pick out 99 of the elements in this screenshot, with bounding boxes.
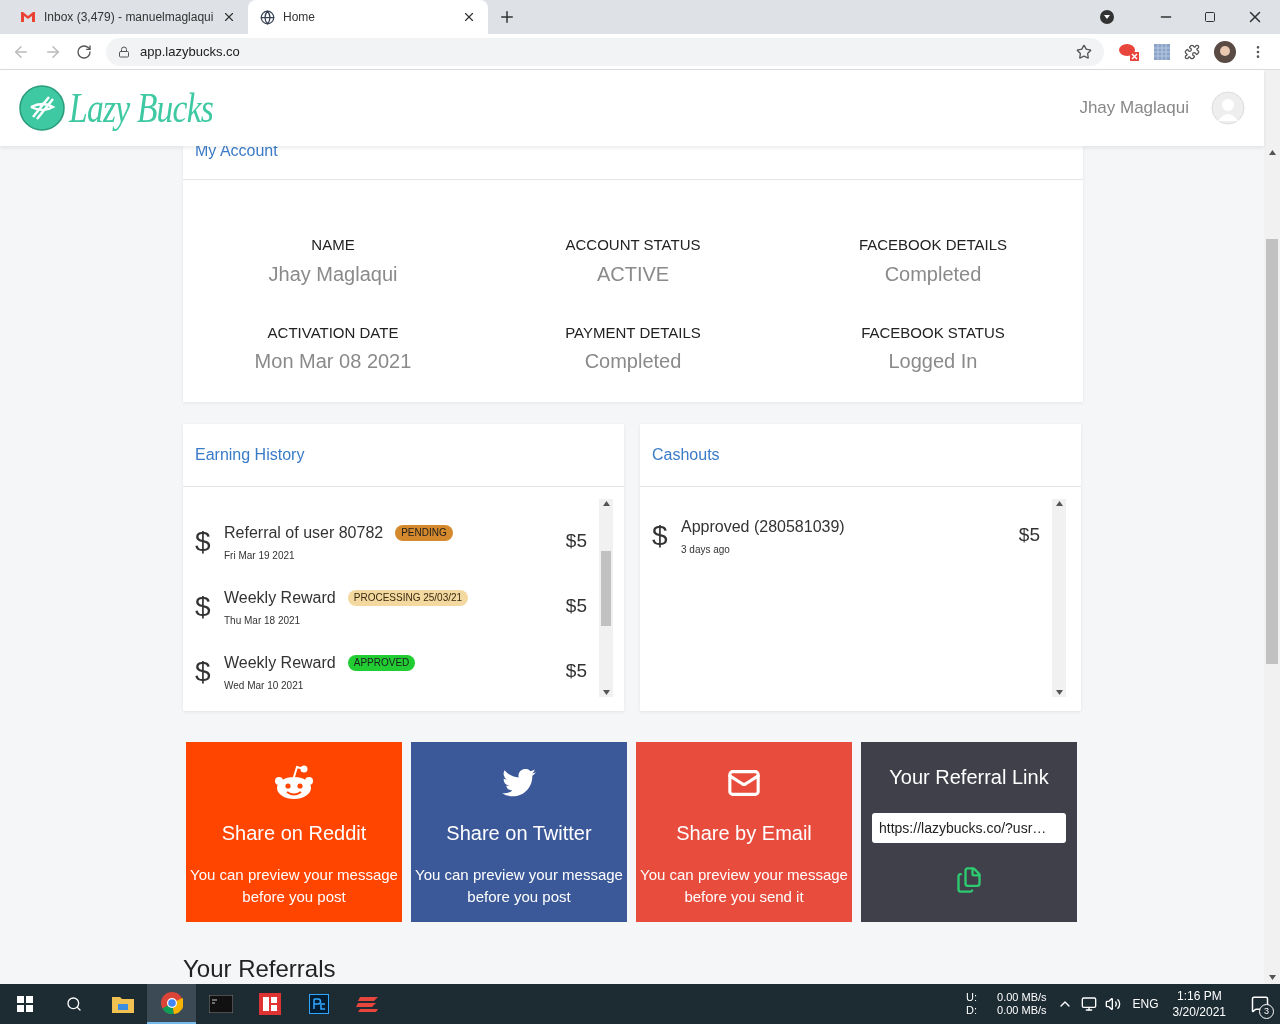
card-title: Cashouts xyxy=(652,445,720,465)
scrollbar-thumb[interactable] xyxy=(1266,239,1278,664)
network-speed: 0.00 MB/s xyxy=(997,991,1047,1004)
notification-icon xyxy=(1251,995,1269,1013)
url-text: app.lazybucks.co xyxy=(140,42,241,61)
tile-description: You can preview your message before you send it xyxy=(639,865,849,907)
network-speed: 0.00 MB/s xyxy=(997,1004,1047,1017)
tile-title: Share on Reddit xyxy=(221,821,367,846)
tile-title: Your Referral Link xyxy=(889,765,1049,790)
language-indicator[interactable]: ENG xyxy=(1132,995,1159,1013)
scroll-up-icon[interactable] xyxy=(602,501,610,506)
network-icon[interactable] xyxy=(1080,996,1097,1012)
address-field[interactable]: app.lazybucks.co xyxy=(106,37,1104,66)
cashout-date: 3 days ago xyxy=(681,542,731,557)
earning-title: Referral of user 80782 xyxy=(224,522,384,543)
field-label: ACTIVATION DATE xyxy=(267,322,399,343)
bird-icon xyxy=(502,769,536,797)
tab-title: Home xyxy=(283,9,316,26)
earning-title: Weekly Reward xyxy=(224,652,336,673)
tile-description: You can preview your message before you post xyxy=(414,865,624,907)
mail-icon xyxy=(20,11,36,23)
field-value: ACTIVE xyxy=(596,261,670,287)
dollar-symbol: $ xyxy=(195,589,212,624)
status-badge: APPROVED xyxy=(347,654,416,671)
clock[interactable]: 1:16 PM 3/20/2021 xyxy=(1172,988,1226,1020)
tile-description: You can preview your message before you post xyxy=(189,865,399,907)
globe-icon xyxy=(260,9,275,25)
status-badge: PENDING xyxy=(395,524,453,541)
logo-icon[interactable] xyxy=(19,85,65,131)
field-label: ACCOUNT STATUS xyxy=(565,235,701,255)
folder-icon xyxy=(111,995,134,1013)
app-icon xyxy=(355,995,380,1013)
tile-title: Share on Twitter xyxy=(446,821,592,846)
field-label: NAME xyxy=(311,235,355,255)
earning-date: Thu Mar 18 2021 xyxy=(224,613,302,628)
windows-icon xyxy=(16,996,33,1012)
field-value: Logged In xyxy=(888,349,978,374)
field-label: FACEBOOK DETAILS xyxy=(858,235,1008,255)
scroll-down-icon[interactable] xyxy=(1268,975,1276,980)
puzzle-icon[interactable] xyxy=(1184,43,1200,60)
earning-amount: $5 xyxy=(565,594,587,619)
network-label: U: xyxy=(966,991,978,1004)
notification-button[interactable]: 3 xyxy=(1240,984,1280,1024)
copy-icon[interactable] xyxy=(955,866,983,894)
scrollbar[interactable] xyxy=(1052,499,1066,697)
field-value: Completed xyxy=(584,349,682,374)
speaker-icon[interactable] xyxy=(1104,996,1121,1012)
field-label: FACEBOOK STATUS xyxy=(861,322,1005,343)
status-badge: PROCESSING 25/03/21 xyxy=(347,589,469,606)
scroll-up-icon[interactable] xyxy=(1268,150,1276,155)
app-icon xyxy=(258,993,281,1015)
cashout-title: Approved (280581039) xyxy=(681,516,846,537)
image-editor-icon xyxy=(308,994,329,1014)
scroll-down-icon[interactable] xyxy=(1055,690,1063,695)
avatar-icon[interactable] xyxy=(1214,40,1236,63)
earning-date: Fri Mar 19 2021 xyxy=(224,548,296,563)
close-icon[interactable] xyxy=(222,10,236,24)
dollar-symbol: $ xyxy=(195,524,212,559)
new-tab-icon[interactable] xyxy=(498,8,516,26)
earning-amount: $5 xyxy=(565,529,587,554)
dropdown-icon[interactable] xyxy=(1100,10,1114,24)
alien-icon xyxy=(273,765,315,801)
maximize-icon[interactable] xyxy=(1204,11,1216,23)
lock-icon xyxy=(118,45,130,58)
star-icon[interactable] xyxy=(1076,43,1092,60)
share-tile[interactable]: Share on Twitter You can preview your message before you post xyxy=(411,742,627,922)
notification-count: 3 xyxy=(1259,1004,1274,1019)
share-tile[interactable]: Share by Email You can preview your message before you send it xyxy=(636,742,852,922)
scrollbar-thumb[interactable] xyxy=(601,550,611,626)
card-title: Earning History xyxy=(195,445,305,465)
cashout-amount: $5 xyxy=(1018,523,1040,548)
field-label: PAYMENT DETAILS xyxy=(565,322,701,343)
search-icon xyxy=(65,996,82,1012)
page-scrollbar[interactable] xyxy=(1264,70,1280,984)
terminal-icon xyxy=(208,995,233,1013)
close-icon[interactable] xyxy=(462,10,476,24)
extension-icon[interactable] xyxy=(1154,43,1170,60)
scrollbar[interactable] xyxy=(599,499,613,697)
dollar-symbol: $ xyxy=(195,654,212,689)
scroll-down-icon[interactable] xyxy=(602,690,610,695)
browser-icon xyxy=(160,992,183,1014)
browser-tab[interactable]: Inbox (3,479) - manuelmaglaqui xyxy=(8,0,248,34)
extension-icon[interactable] xyxy=(1118,41,1140,62)
browser-tab[interactable]: Home xyxy=(248,0,488,34)
field-value: Jhay Maglaqui xyxy=(268,261,398,287)
earning-date: Wed Mar 10 2021 xyxy=(224,678,305,693)
section-heading: Your Referrals xyxy=(183,954,337,984)
field-value: Mon Mar 08 2021 xyxy=(254,349,412,374)
network-label: D: xyxy=(966,1004,978,1017)
earning-title: Weekly Reward xyxy=(224,587,336,608)
referral-link-field[interactable]: https://lazybucks.co/?usr… xyxy=(872,813,1066,843)
scroll-up-icon[interactable] xyxy=(1055,501,1063,506)
tab-title: Inbox (3,479) - manuelmaglaqui xyxy=(44,9,214,26)
dollar-symbol: $ xyxy=(652,518,669,553)
earning-amount: $5 xyxy=(565,659,587,684)
reload-icon[interactable] xyxy=(76,43,92,60)
tile-title: Share by Email xyxy=(676,821,812,846)
user-name[interactable]: Jhay Maglaqui xyxy=(1079,95,1189,121)
field-value: Completed xyxy=(884,261,982,287)
